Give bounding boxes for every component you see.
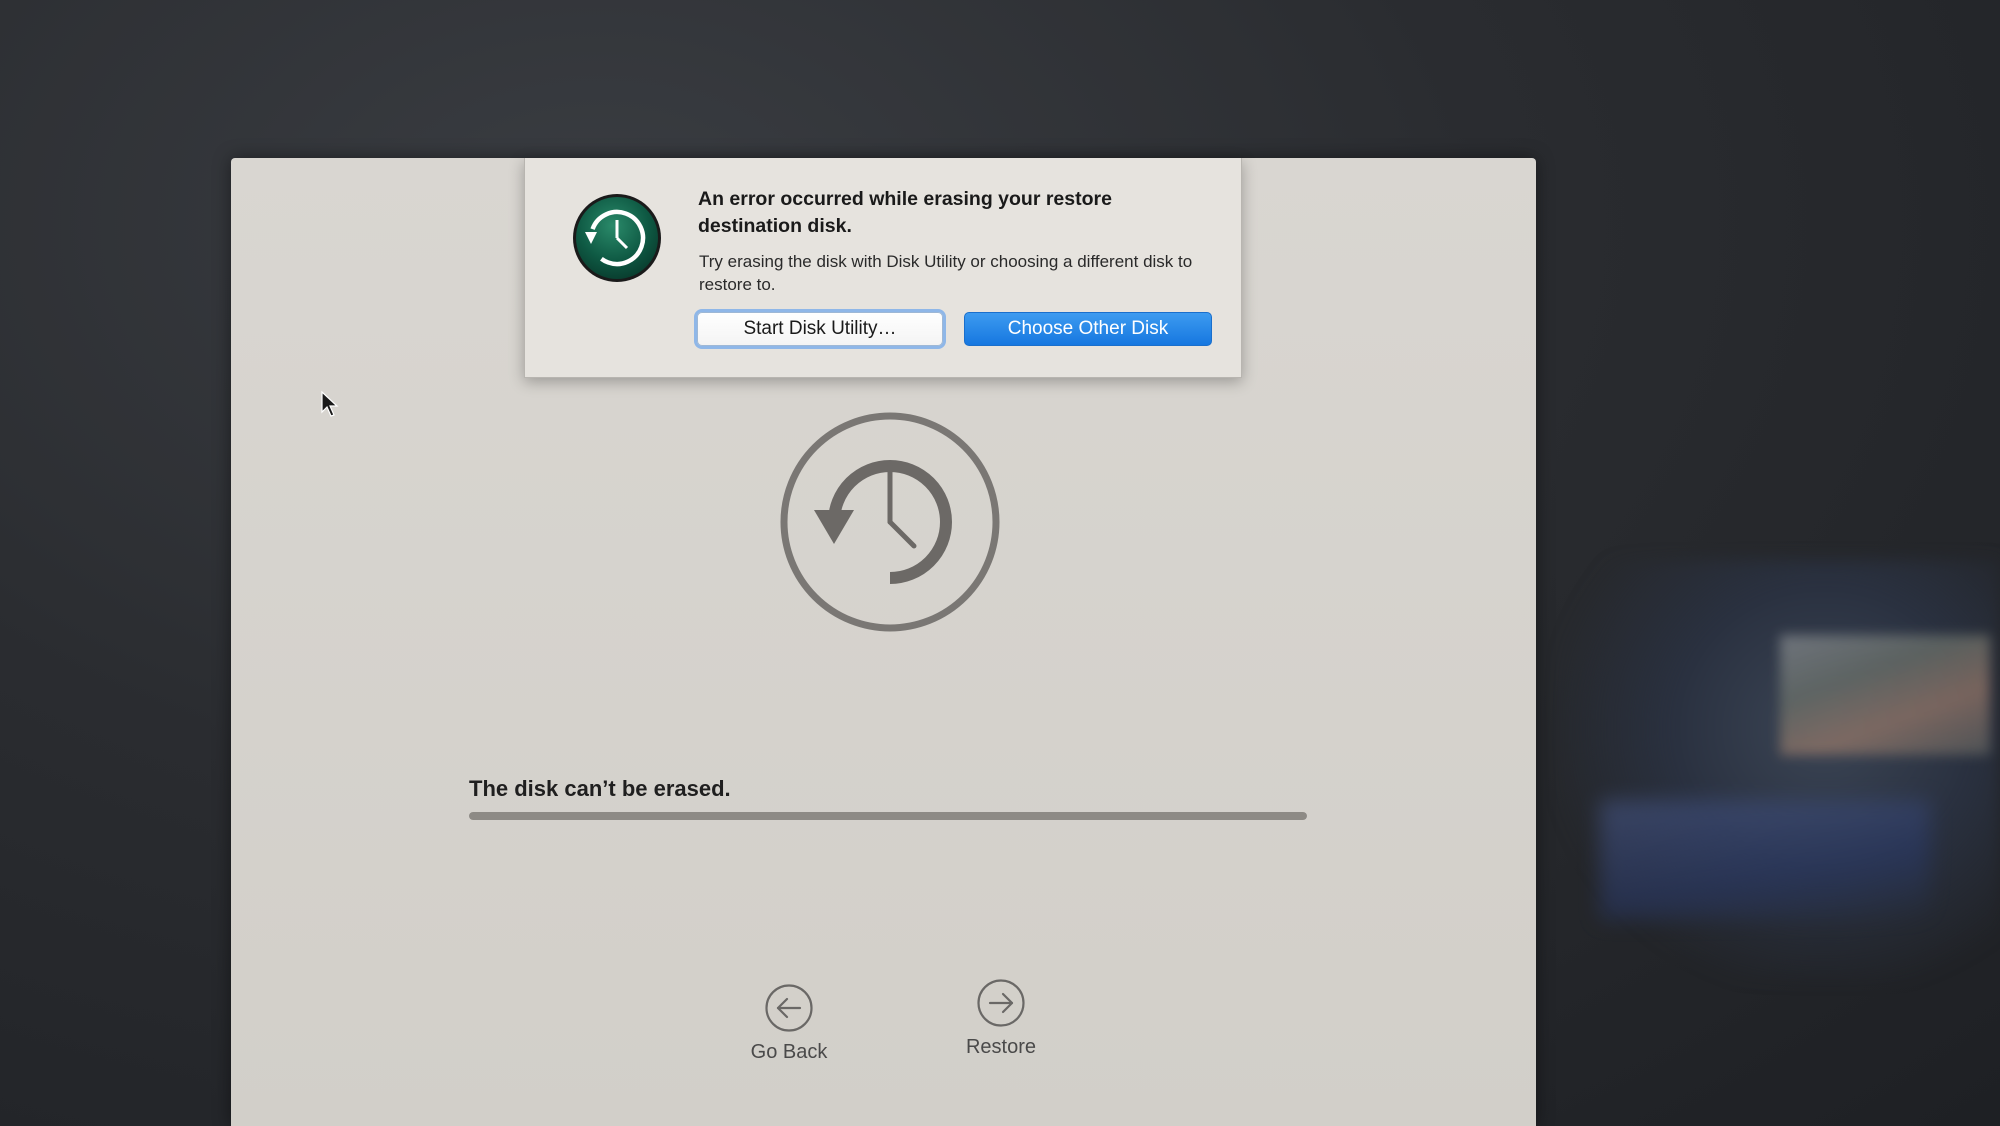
background-reflection <box>1780 635 1990 755</box>
choose-other-disk-button[interactable]: Choose Other Disk <box>964 312 1212 346</box>
background-glow <box>1600 800 1930 920</box>
time-machine-icon <box>780 412 1000 632</box>
go-back-label: Go Back <box>750 1041 828 1063</box>
error-alert-sheet: An error occurred while erasing your res… <box>524 158 1242 378</box>
progress-fill <box>469 812 1307 820</box>
status-message: The disk can’t be erased. <box>469 776 731 801</box>
time-machine-icon <box>573 194 661 282</box>
arrow-left-icon <box>765 984 813 1032</box>
mouse-cursor-icon <box>321 390 339 417</box>
progress-bar <box>469 812 1307 820</box>
alert-title: An error occurred while erasing your res… <box>698 188 1112 237</box>
restore-button[interactable]: Restore <box>941 978 1061 1059</box>
restore-label: Restore <box>965 1036 1037 1058</box>
start-disk-utility-button[interactable]: Start Disk Utility… <box>697 312 943 346</box>
go-back-button[interactable]: Go Back <box>729 983 849 1064</box>
arrow-right-icon <box>977 979 1025 1027</box>
alert-message: Try erasing the disk with Disk Utility o… <box>699 252 1193 294</box>
